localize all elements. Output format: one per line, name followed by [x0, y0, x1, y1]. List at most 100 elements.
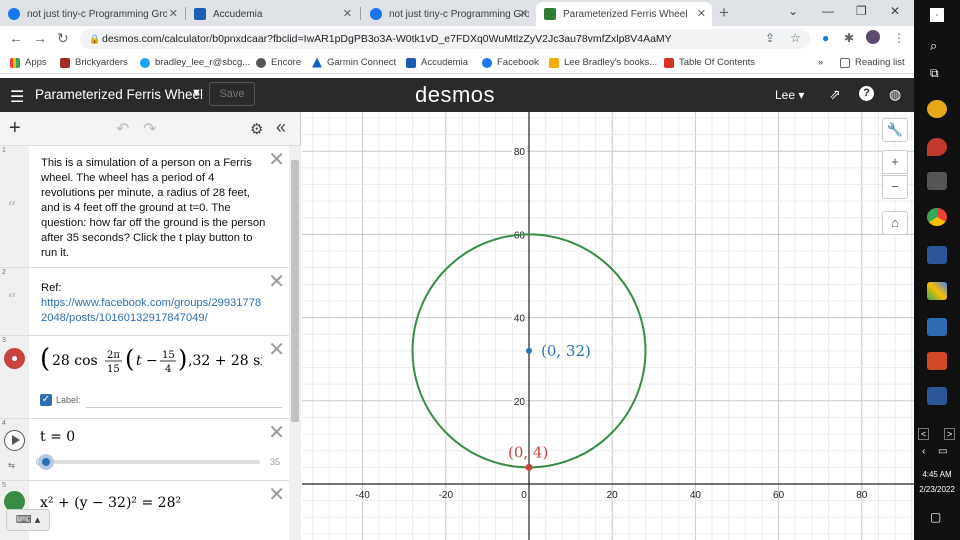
task-view-icon[interactable]: ⧉ — [930, 66, 939, 81]
chrome-icon[interactable] — [927, 208, 947, 226]
microphone-icon[interactable]: ● — [822, 31, 829, 45]
bookmark-facebook[interactable]: Facebook — [482, 57, 539, 68]
play-button[interactable] — [4, 430, 25, 451]
graph-paper[interactable]: -40 -20 0 20 40 60 80 80 60 40 20 (0, 32) (0, 4) 🔧 +… — [302, 112, 914, 540]
close-tab-icon[interactable]: ✕ — [169, 7, 178, 20]
reference-link[interactable]: https://www.facebook.com/groups/29931778… — [41, 296, 266, 326]
hamburger-menu-icon[interactable]: ☰ — [10, 87, 24, 107]
taskbar-app-5-icon[interactable] — [927, 318, 947, 336]
tab-search-icon[interactable]: ⌄ — [788, 4, 798, 18]
search-icon[interactable]: ⌕ — [930, 38, 937, 54]
slider-settings-icon[interactable]: ⇆ — [8, 461, 15, 470]
delete-expression-icon[interactable]: ✕ — [268, 337, 285, 362]
powerpoint-icon[interactable] — [927, 352, 947, 370]
close-window-icon[interactable]: ✕ — [890, 4, 900, 18]
chevron-down-icon[interactable]: ▼ — [191, 87, 202, 99]
bookmark-brickyarders[interactable]: Brickyarders — [60, 57, 128, 68]
taskbar-app-4-icon[interactable] — [927, 282, 947, 300]
delete-expression-icon[interactable]: ✕ — [268, 482, 285, 507]
delete-expression-icon[interactable]: ✕ — [268, 420, 285, 445]
settings-gear-icon[interactable]: ⚙ — [250, 120, 263, 138]
bookmark-garmin[interactable]: Garmin Connect — [312, 57, 396, 68]
x-tick-label: 80 — [856, 490, 868, 501]
tab-accudemia[interactable]: Accudemia ✕ — [186, 2, 358, 26]
slider-track[interactable] — [46, 460, 260, 464]
word-icon[interactable] — [927, 246, 947, 264]
back-icon[interactable]: ← — [9, 30, 23, 46]
slider-max[interactable]: 35 — [270, 457, 280, 467]
expression-scroll-thumb[interactable] — [291, 160, 299, 422]
clock-time[interactable]: 4:45 AM — [914, 470, 960, 479]
desmos-header: ☰ Parameterized Ferris Wheel ▼ Save desm… — [0, 78, 914, 112]
profile-avatar[interactable] — [866, 30, 880, 44]
forward-icon[interactable]: → — [33, 30, 47, 46]
tab-facebook-2[interactable]: not just tiny-c Programming Gro ✕ — [362, 2, 534, 26]
bookmark-apps[interactable]: Apps — [10, 57, 47, 68]
extensions-icon[interactable]: ✱ — [844, 31, 854, 45]
collapse-panel-icon[interactable]: « — [276, 117, 286, 138]
visio-icon[interactable] — [927, 387, 947, 405]
restore-icon[interactable]: ❐ — [856, 4, 867, 18]
undo-icon[interactable]: ↶ — [116, 119, 129, 139]
label-checkbox[interactable]: ✓ — [40, 394, 52, 406]
reload-icon[interactable]: ↻ — [57, 30, 69, 47]
bookmark-star-icon[interactable]: ☆ — [790, 31, 801, 45]
windows-start-icon[interactable] — [930, 8, 944, 22]
help-icon[interactable]: ? — [859, 86, 874, 101]
slider-equation[interactable]: t = 0 — [40, 429, 75, 445]
zoom-out-button[interactable]: − — [882, 175, 908, 199]
tab-facebook-1[interactable]: not just tiny-c Programming Gro ✕ — [0, 2, 184, 26]
save-button[interactable]: Save — [209, 82, 255, 106]
chevron-left-icon[interactable]: ‹ — [922, 446, 925, 457]
bookmark-encore[interactable]: Encore — [256, 57, 301, 68]
address-bar[interactable]: 🔒 desmos.com/calculator/b0pnxdcaar?fbcli… — [80, 29, 810, 49]
close-tab-icon[interactable]: ✕ — [697, 7, 706, 20]
language-globe-icon[interactable]: ◍ — [889, 86, 901, 103]
reading-list[interactable]: Reading list — [840, 57, 905, 68]
delete-expression-icon[interactable]: ✕ — [268, 147, 285, 172]
globe-icon — [140, 57, 150, 68]
bookmark-table-of-contents[interactable]: Table Of Contents — [664, 57, 755, 68]
home-view-icon[interactable]: ⌂ — [882, 211, 908, 235]
share-icon[interactable]: ⇪ — [765, 31, 775, 45]
user-menu[interactable]: Lee ▾ — [775, 88, 804, 102]
bookmark-accudemia[interactable]: Accudemia — [406, 57, 468, 68]
clock-date[interactable]: 2/23/2022 — [914, 485, 960, 494]
graph-canvas[interactable]: -40 -20 0 20 40 60 8080604020(0, 32)(0, 4) — [302, 112, 914, 540]
new-tab-icon[interactable]: + — [719, 3, 729, 23]
graph-settings-wrench-icon[interactable]: 🔧 — [882, 118, 908, 142]
expression-note-2[interactable]: 2 “ Ref: https://www.facebook.com/groups/… — [0, 268, 289, 336]
taskbar-app-3-icon[interactable] — [927, 172, 947, 190]
taskbar-app-1-icon[interactable] — [927, 100, 947, 118]
share-graph-icon[interactable]: ⇗ — [829, 86, 841, 103]
bookmarks-overflow-icon[interactable]: » — [818, 57, 823, 68]
battery-icon[interactable]: ▭ — [938, 446, 947, 457]
menu-kebab-icon[interactable]: ⋮ — [893, 31, 905, 45]
add-item-icon[interactable]: + — [9, 117, 21, 140]
chevron-right-icon[interactable]: > — [944, 428, 956, 440]
slider-thumb[interactable] — [38, 454, 54, 470]
graph-title[interactable]: Parameterized Ferris Wheel — [35, 87, 203, 102]
minimize-icon[interactable]: — — [822, 4, 834, 18]
close-tab-icon[interactable]: ✕ — [343, 7, 352, 20]
expression-parametric-point[interactable]: 3 ( 28 cos 2π 15 ( t − 15 4 ) ,32 + 28 s… — [0, 336, 289, 419]
delete-expression-icon[interactable]: ✕ — [268, 269, 285, 294]
note-text[interactable]: This is a simulation of a person on a Fe… — [41, 156, 266, 261]
point-color-icon[interactable] — [4, 348, 25, 369]
close-tab-icon[interactable]: ✕ — [519, 7, 528, 20]
circle-equation[interactable]: x² + (y − 32)² = 28² — [40, 495, 181, 511]
notifications-icon[interactable]: ▢ — [930, 510, 941, 524]
bookmark-sbcglobal[interactable]: bradley_lee_r@sbcg... — [140, 57, 250, 68]
tab-title: not just tiny-c Programming Gro — [27, 8, 167, 20]
chevron-left-icon[interactable]: < — [918, 428, 930, 440]
tab-ferris-wheel[interactable]: Parameterized Ferris Wheel ✕ — [536, 2, 712, 26]
zoom-in-button[interactable]: + — [882, 150, 908, 174]
expression-note-1[interactable]: 1 “ This is a simulation of a person on a… — [0, 146, 289, 268]
expression-slider-t[interactable]: 4 ⇆ t = 0 0 35 ✕ — [0, 419, 289, 481]
taskbar-app-2-icon[interactable] — [927, 138, 947, 156]
label-text-input[interactable] — [86, 407, 282, 408]
redo-icon[interactable]: ↷ — [143, 119, 156, 139]
bookmark-lee-books[interactable]: Lee Bradley's books... — [549, 57, 657, 68]
keyboard-toggle-button[interactable]: ⌨ ▴ — [6, 509, 50, 531]
parametric-equation[interactable]: ( 28 cos 2π 15 ( t − 15 4 ) ,32 + 28 sin… — [40, 344, 262, 374]
